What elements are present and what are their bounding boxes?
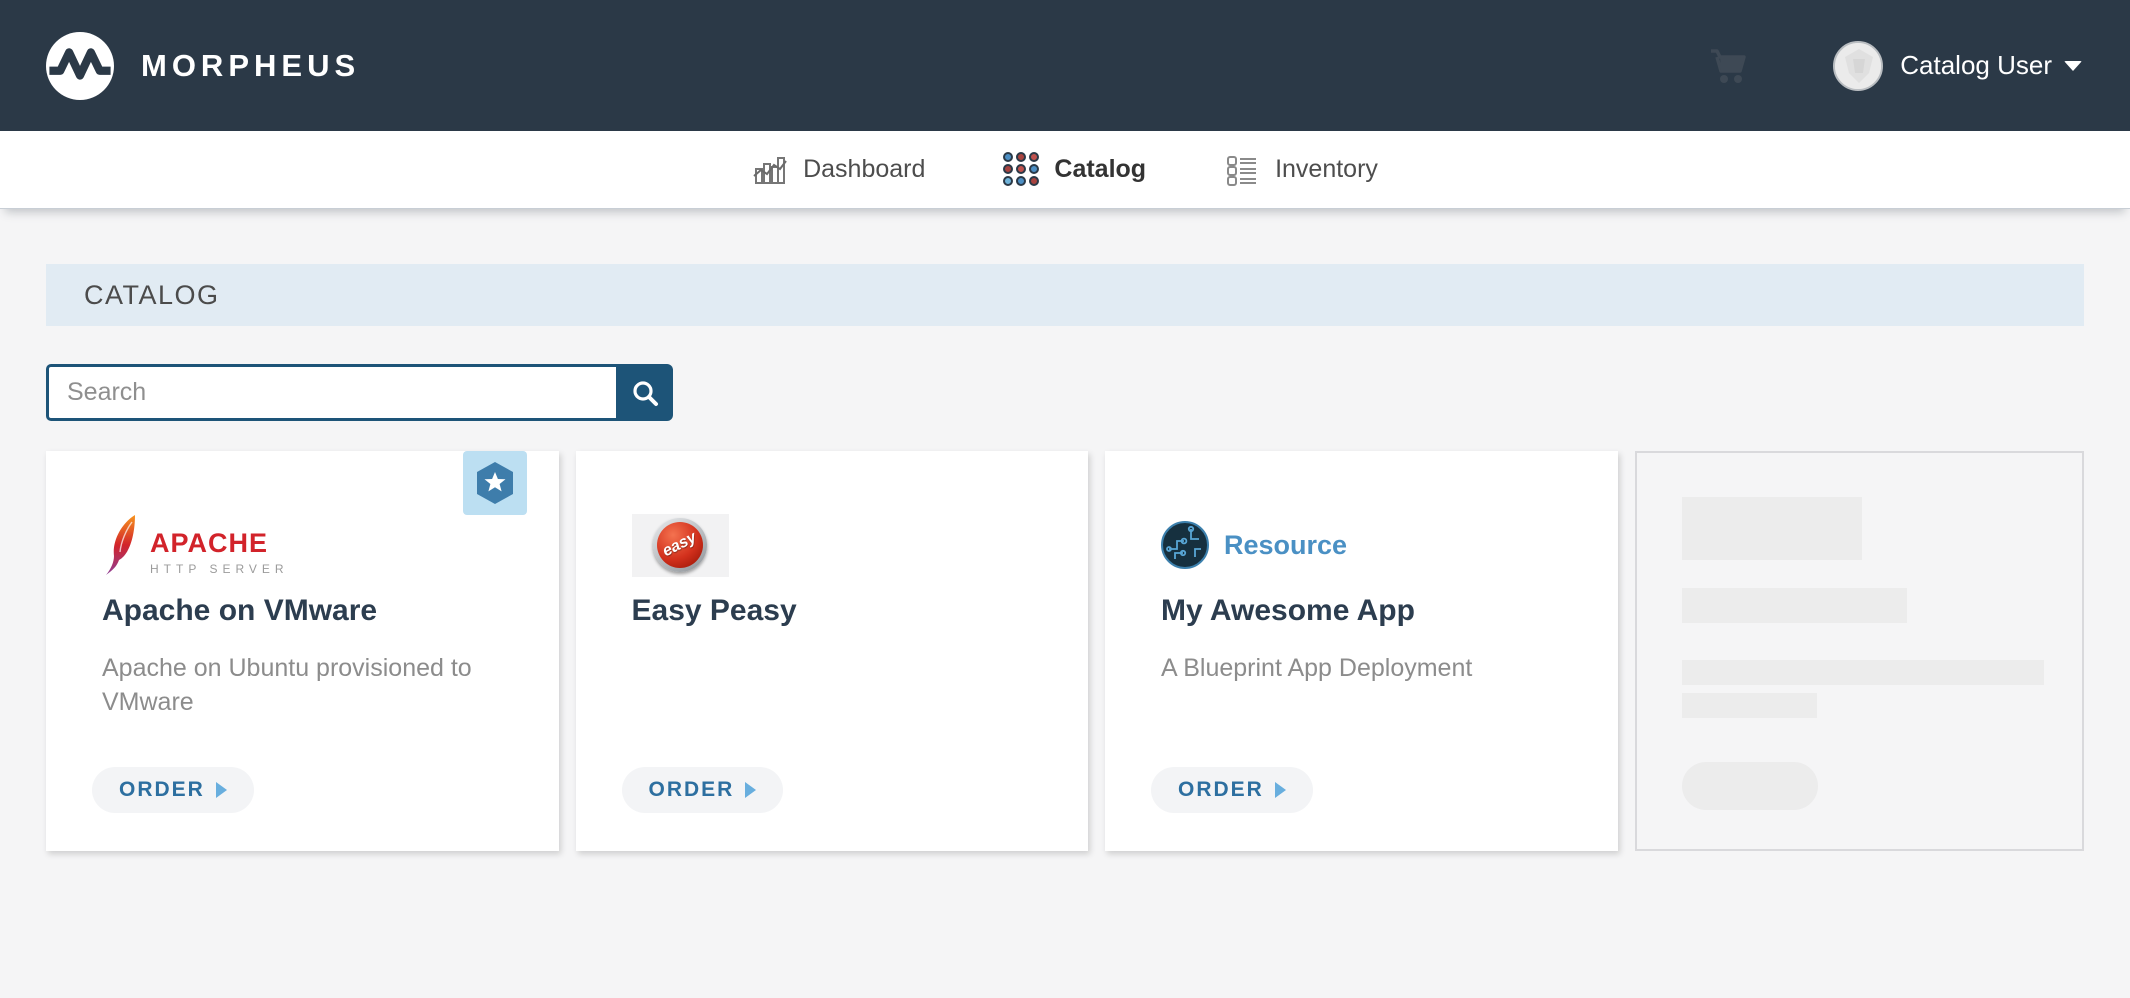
- dashboard-chart-icon: [752, 152, 788, 188]
- page-title-bar: CATALOG: [46, 264, 2084, 326]
- app-header: MORPHEUS Catalog User: [0, 0, 2130, 131]
- order-button-label: ORDER: [1178, 778, 1264, 802]
- order-arrow-icon: [216, 782, 227, 798]
- brand-title: MORPHEUS: [141, 48, 360, 84]
- main-nav: Dashboard Catalog Inventory: [0, 131, 2130, 209]
- user-menu[interactable]: Catalog User: [1900, 50, 2052, 81]
- morpheus-logo-icon: [46, 32, 114, 100]
- catalog-card-apache[interactable]: APACHE HTTP SERVER Apache on VMware Apac…: [46, 451, 559, 851]
- order-arrow-icon: [1275, 782, 1286, 798]
- card-description: A Blueprint App Deployment: [1161, 651, 1551, 685]
- apache-wordmark-line2: HTTP SERVER: [150, 562, 289, 576]
- avatar-pattern: [1835, 43, 1883, 91]
- apache-wordmark: APACHE HTTP SERVER: [150, 528, 289, 576]
- catalog-grid: APACHE HTTP SERVER Apache on VMware Apac…: [46, 451, 2084, 851]
- easy-button-face: easy: [657, 522, 703, 568]
- search-input[interactable]: [46, 364, 616, 421]
- main-content: CATALOG: [0, 264, 2130, 851]
- catalog-grid-icon: [1003, 152, 1039, 188]
- card-title: Easy Peasy: [632, 593, 1033, 629]
- tab-inventory[interactable]: Inventory: [1224, 152, 1378, 188]
- skeleton-title-block: [1682, 588, 1907, 623]
- skeleton-description-line2: [1682, 693, 1817, 718]
- user-avatar[interactable]: [1833, 41, 1883, 91]
- search-bar: [46, 364, 673, 421]
- order-arrow-icon: [745, 782, 756, 798]
- order-button[interactable]: ORDER: [1151, 767, 1313, 813]
- easy-button-logo: easy: [632, 514, 729, 577]
- card-logo-zone: Resource: [1161, 497, 1562, 593]
- apache-wordmark-line1: APACHE: [150, 528, 289, 559]
- order-button[interactable]: ORDER: [92, 767, 254, 813]
- skeleton-logo-block: [1682, 497, 1862, 560]
- card-description: Apache on Ubuntu provisioned to VMware: [102, 651, 492, 719]
- tab-catalog[interactable]: Catalog: [1003, 152, 1146, 188]
- resource-logo: Resource: [1161, 521, 1347, 569]
- featured-star-icon: [474, 460, 516, 506]
- featured-badge: [463, 451, 527, 515]
- card-logo-zone: easy: [632, 497, 1033, 593]
- circuit-globe-icon: [1161, 521, 1209, 569]
- inventory-list-icon: [1224, 152, 1260, 188]
- tab-catalog-label: Catalog: [1054, 155, 1146, 184]
- skeleton-description-line1: [1682, 660, 2044, 685]
- tab-inventory-label: Inventory: [1275, 155, 1378, 184]
- search-icon: [631, 379, 659, 407]
- tab-dashboard[interactable]: Dashboard: [752, 152, 925, 188]
- order-button-label: ORDER: [119, 778, 205, 802]
- search-button[interactable]: [616, 364, 673, 421]
- card-title: Apache on VMware: [102, 593, 503, 629]
- page-title: CATALOG: [84, 280, 220, 311]
- resource-type-label: Resource: [1224, 530, 1347, 561]
- easy-button-text: easy: [660, 529, 700, 561]
- catalog-card-placeholder: [1635, 451, 2085, 851]
- catalog-card-easy-peasy[interactable]: easy Easy Peasy ORDER: [576, 451, 1089, 851]
- catalog-card-my-awesome-app[interactable]: Resource My Awesome App A Blueprint App …: [1105, 451, 1618, 851]
- card-logo-zone: APACHE HTTP SERVER: [102, 497, 503, 593]
- cart-icon[interactable]: [1707, 44, 1751, 88]
- order-button[interactable]: ORDER: [622, 767, 784, 813]
- easy-button-ring: easy: [653, 518, 707, 572]
- apache-httpd-logo: APACHE HTTP SERVER: [102, 514, 289, 576]
- card-title: My Awesome App: [1161, 593, 1562, 629]
- chevron-down-icon[interactable]: [2064, 61, 2082, 71]
- order-button-label: ORDER: [649, 778, 735, 802]
- apache-feather-icon: [102, 514, 142, 576]
- tab-dashboard-label: Dashboard: [803, 155, 925, 184]
- skeleton-button-block: [1682, 762, 1818, 810]
